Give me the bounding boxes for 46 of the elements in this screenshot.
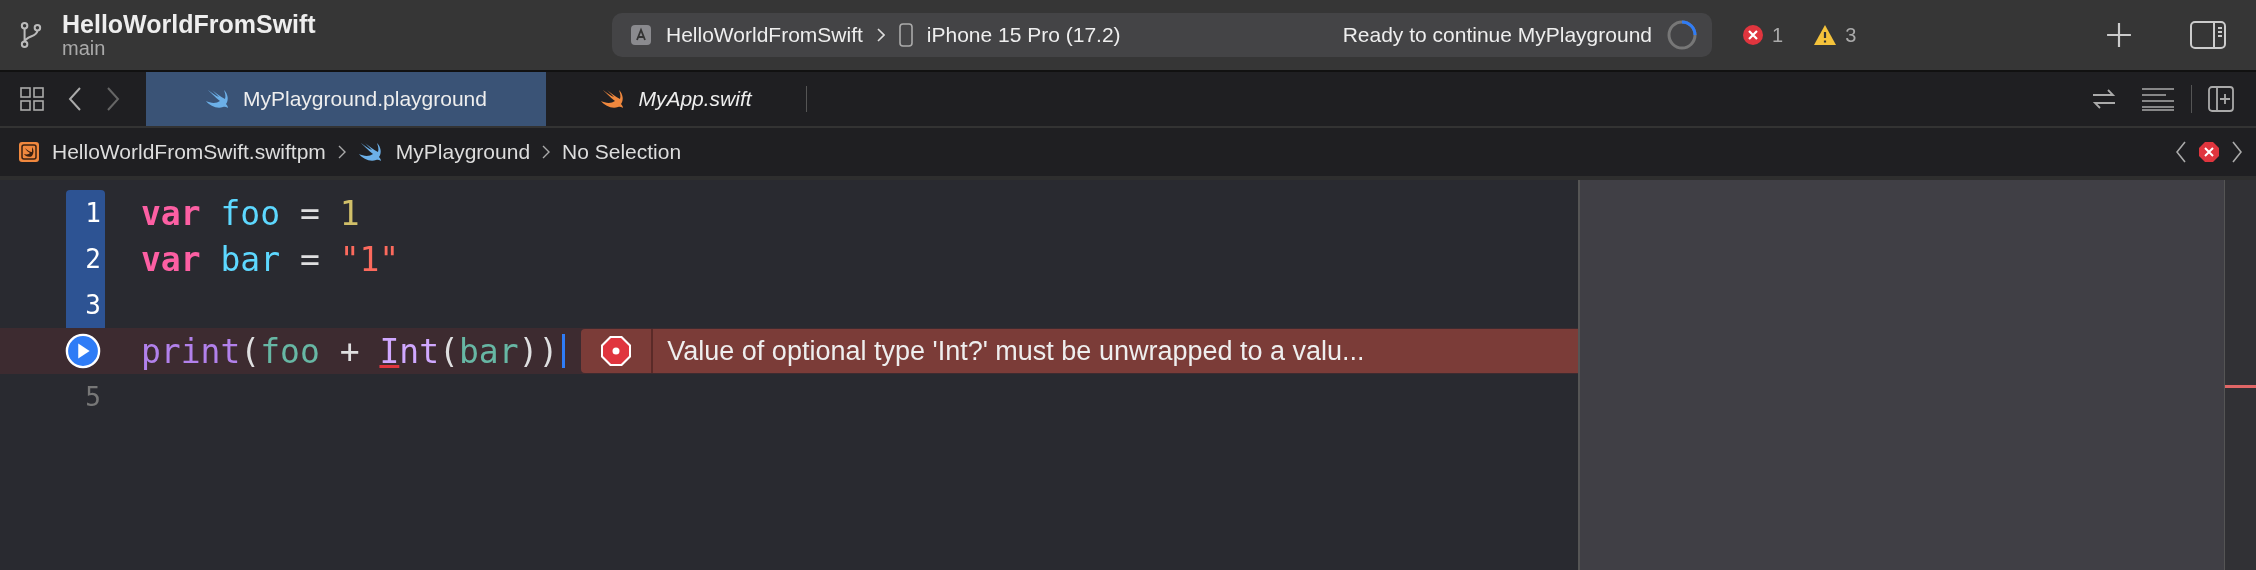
grid-icon[interactable] [20, 87, 44, 111]
swift-icon [357, 141, 384, 163]
line-number: 1 [85, 198, 101, 228]
warning-count[interactable]: 3 [1845, 23, 1857, 47]
progress-spinner-icon [1666, 19, 1698, 51]
chevron-icon [542, 145, 551, 159]
chevron-icon [876, 28, 885, 42]
line-number: 2 [85, 244, 101, 274]
swap-icon[interactable] [2091, 87, 2117, 111]
error-icon [600, 335, 633, 367]
back-icon[interactable] [68, 86, 82, 112]
chevron-icon [337, 145, 346, 159]
branch-name: main [62, 37, 107, 59]
app-icon [630, 24, 652, 46]
breadcrumb-item[interactable]: No Selection [562, 140, 682, 164]
status-text: Ready to continue MyPlayground [1342, 23, 1652, 47]
error-annotation[interactable]: Value of optional type 'Int?' must be unwrapped to a valu... [581, 329, 1578, 373]
package-icon [18, 141, 40, 163]
inspector-toggle-icon[interactable] [2190, 21, 2226, 49]
editor-tab[interactable]: MyPlayground.playground [146, 72, 546, 126]
editor-tab[interactable]: MyApp.swift [546, 72, 806, 126]
code-line: print(foo + Int(bar)) [141, 331, 559, 371]
warning-icon [1813, 24, 1838, 46]
error-icon [1742, 24, 1764, 46]
breadcrumb-item[interactable]: HelloWorldFromSwift.swiftpm [52, 140, 326, 164]
error-marker [2225, 385, 2256, 388]
breadcrumb-item[interactable]: MyPlayground [395, 140, 531, 164]
branch-icon [20, 21, 42, 49]
add-editor-icon[interactable] [2208, 86, 2234, 112]
add-icon[interactable] [2106, 22, 2132, 48]
project-title: HelloWorldFromSwift [62, 11, 316, 38]
run-button-icon[interactable] [65, 332, 101, 370]
phone-icon [898, 23, 913, 47]
line-number: 3 [85, 290, 101, 320]
line-number: 5 [85, 382, 101, 412]
lines-icon[interactable] [2141, 87, 2175, 111]
error-icon[interactable] [2198, 141, 2220, 163]
code-line: var foo = 1 [141, 193, 360, 233]
scheme-name[interactable]: HelloWorldFromSwift [666, 23, 863, 47]
forward-icon[interactable] [106, 86, 120, 112]
previous-issue-icon[interactable] [2176, 141, 2186, 163]
error-message: Value of optional type 'Int?' must be unwrapped to a valu... [667, 335, 1365, 367]
code-line: var bar = "1" [141, 239, 400, 279]
device-name[interactable]: iPhone 15 Pro (17.2) [926, 23, 1121, 47]
next-issue-icon[interactable] [2232, 141, 2242, 163]
error-count[interactable]: 1 [1772, 23, 1784, 47]
